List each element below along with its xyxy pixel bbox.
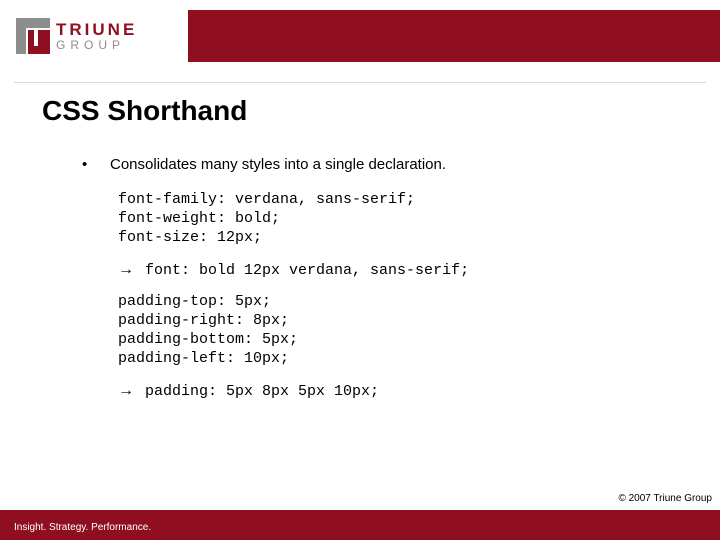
logo-icon bbox=[16, 18, 50, 54]
code-block-2: padding-top: 5px; padding-right: 8px; pa… bbox=[118, 293, 680, 368]
logo-text: TRIUNE GROUP bbox=[56, 21, 137, 51]
shorthand-1: font: bold 12px verdana, sans-serif; bbox=[145, 262, 469, 279]
bullet-row: • Consolidates many styles into a single… bbox=[82, 156, 680, 173]
slide-title: CSS Shorthand bbox=[42, 95, 247, 127]
shorthand-line-2: → padding: 5px 8px 5px 10px; bbox=[118, 382, 680, 400]
shorthand-line-1: → font: bold 12px verdana, sans-serif; bbox=[118, 261, 680, 279]
arrow-icon: → bbox=[118, 261, 136, 279]
header: TRIUNE GROUP bbox=[0, 0, 720, 66]
brand-sub: GROUP bbox=[56, 39, 137, 51]
tagline: Insight. Strategy. Performance. bbox=[14, 522, 151, 533]
bullet-text: Consolidates many styles into a single d… bbox=[110, 156, 446, 173]
logo: TRIUNE GROUP bbox=[14, 14, 186, 58]
header-red-bar bbox=[188, 10, 720, 62]
code-block-1: font-family: verdana, sans-serif; font-w… bbox=[118, 191, 680, 247]
copyright: © 2007 Triune Group bbox=[618, 493, 712, 504]
content: • Consolidates many styles into a single… bbox=[82, 156, 680, 414]
shorthand-2: padding: 5px 8px 5px 10px; bbox=[145, 383, 379, 400]
divider bbox=[14, 82, 706, 83]
arrow-icon: → bbox=[118, 382, 136, 400]
brand-name: TRIUNE bbox=[56, 21, 137, 38]
footer-bar: Insight. Strategy. Performance. bbox=[0, 510, 720, 540]
bullet-icon: • bbox=[82, 156, 110, 173]
